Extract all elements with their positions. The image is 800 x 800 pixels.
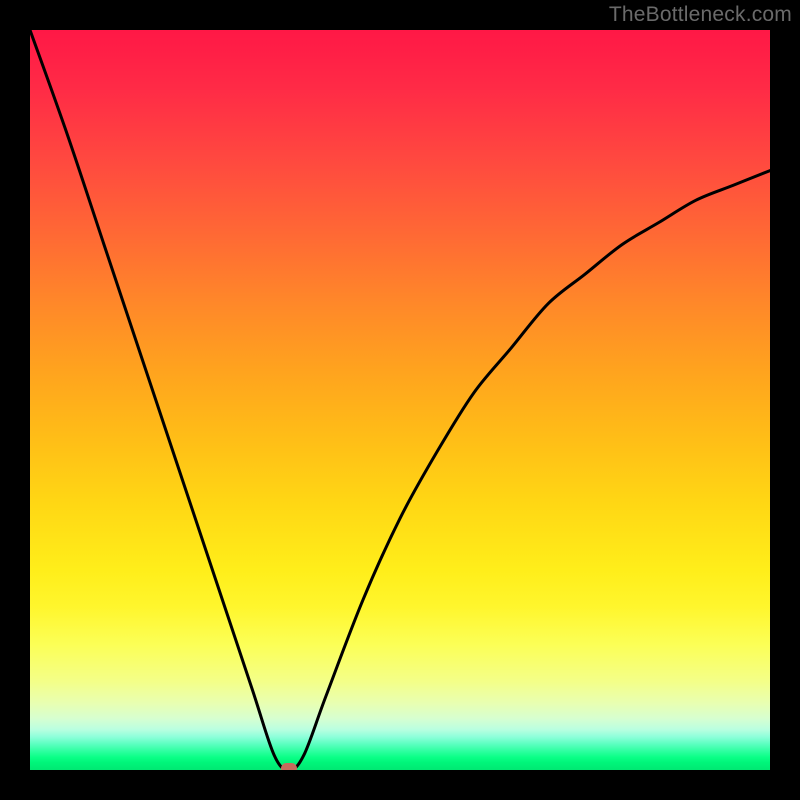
watermark-text: TheBottleneck.com: [609, 3, 792, 27]
bottleneck-curve: [30, 30, 770, 770]
chart-frame: TheBottleneck.com: [0, 0, 800, 800]
optimal-point-marker: [281, 763, 297, 770]
plot-area: [30, 30, 770, 770]
curve-path: [30, 30, 770, 770]
